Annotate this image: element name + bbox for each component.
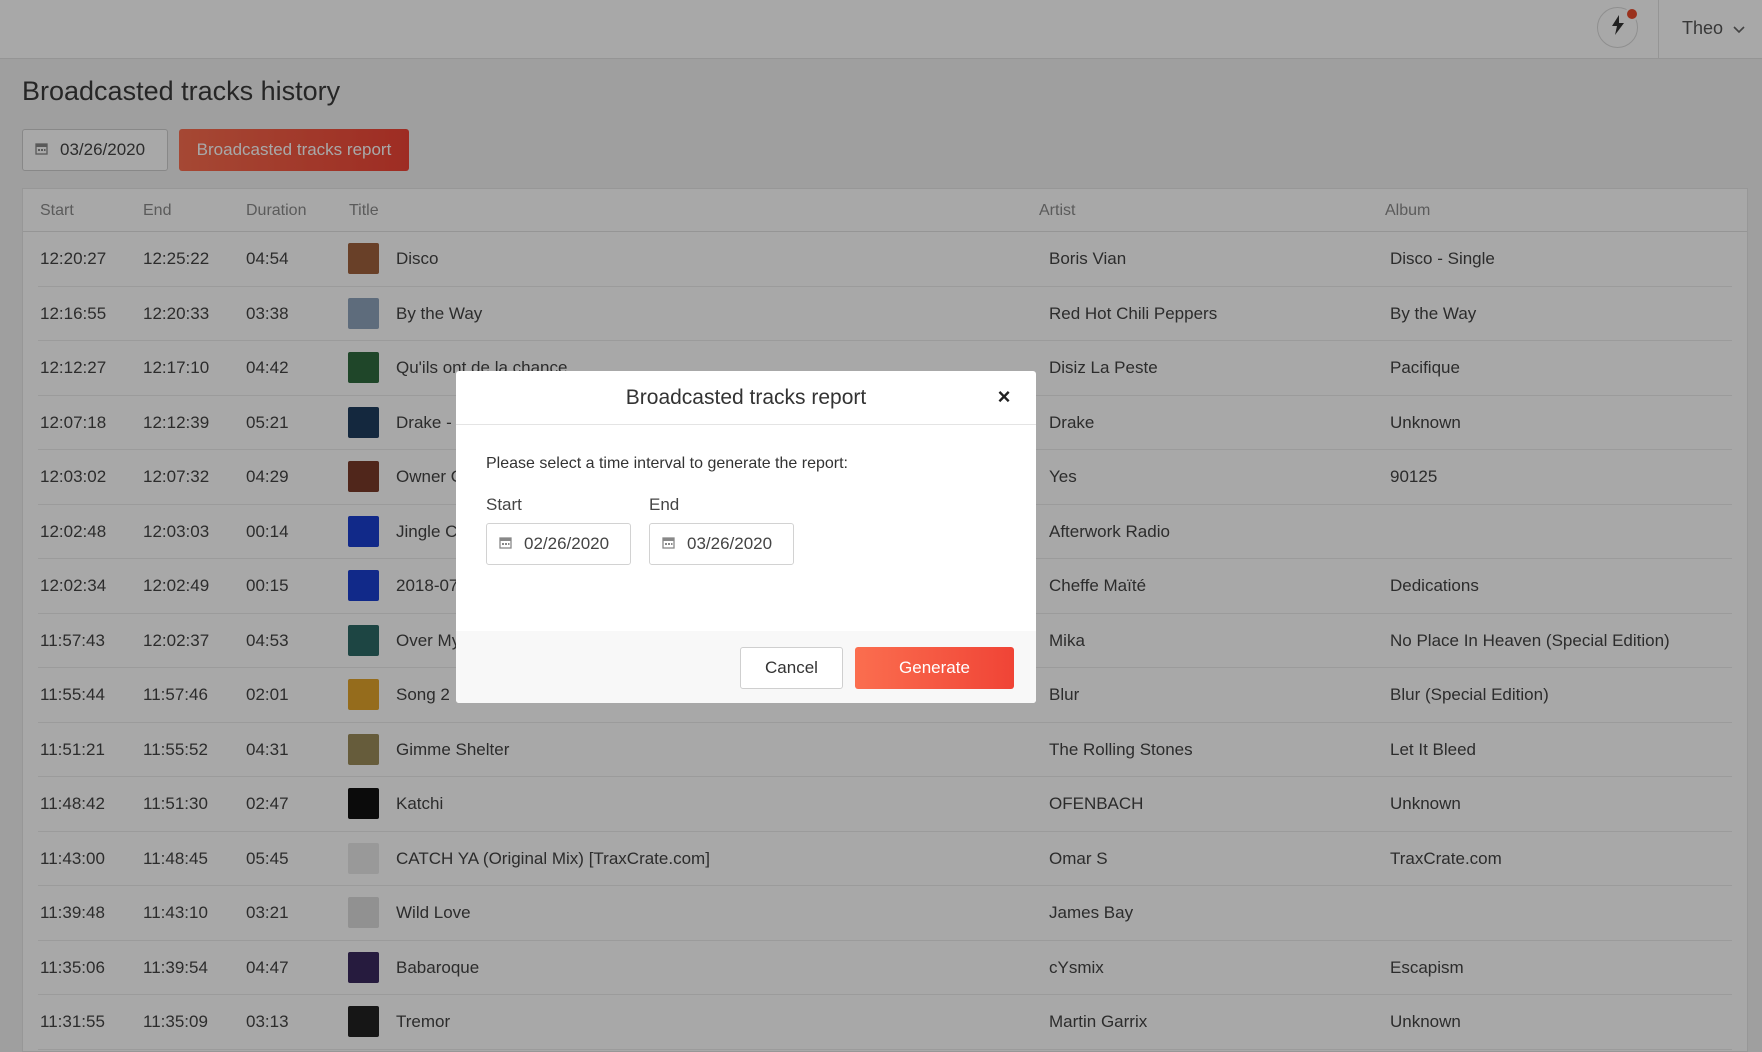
close-icon[interactable]: × xyxy=(994,386,1014,408)
start-date-field[interactable]: 02/26/2020 xyxy=(486,523,631,565)
modal-title: Broadcasted tracks report xyxy=(625,386,867,409)
generate-button[interactable]: Generate xyxy=(855,647,1014,689)
modal-prompt: Please select a time interval to generat… xyxy=(486,455,848,472)
cancel-button[interactable]: Cancel xyxy=(740,647,843,689)
end-label: End xyxy=(649,495,680,514)
start-date-value: 02/26/2020 xyxy=(524,534,610,553)
end-date-value: 03/26/2020 xyxy=(687,534,773,553)
calendar-icon xyxy=(662,534,675,554)
modal-body: Please select a time interval to generat… xyxy=(456,425,1036,602)
calendar-icon xyxy=(499,534,512,554)
report-modal: Broadcasted tracks report × Please selec… xyxy=(456,371,1036,703)
modal-footer: Cancel Generate xyxy=(456,631,1036,703)
modal-header: Broadcasted tracks report × xyxy=(456,371,1036,425)
start-label: Start xyxy=(486,495,522,514)
end-date-field[interactable]: 03/26/2020 xyxy=(649,523,794,565)
